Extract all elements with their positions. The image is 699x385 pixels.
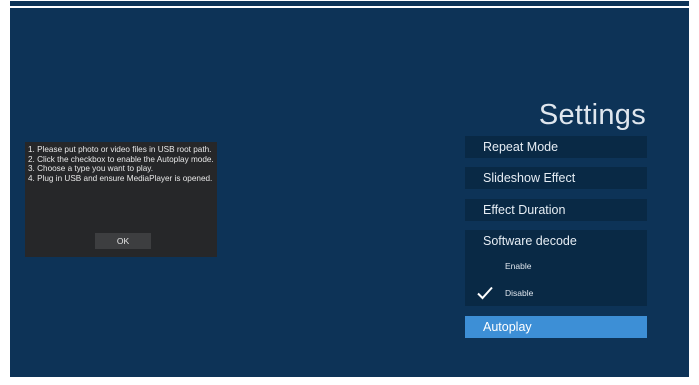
option-disable[interactable]: Disable [465, 280, 647, 306]
option-enable[interactable]: Enable [465, 253, 647, 279]
ok-button[interactable]: OK [95, 233, 151, 249]
top-bar [10, 1, 689, 6]
software-decode-options: Enable Disable [465, 252, 647, 306]
menu-item-slideshow-effect[interactable]: Slideshow Effect [465, 167, 647, 189]
info-dialog: 1. Please put photo or video files in US… [25, 142, 217, 257]
option-disable-label: Disable [505, 288, 534, 298]
menu-item-software-decode[interactable]: Software decode [465, 230, 647, 252]
settings-title: Settings [538, 99, 646, 131]
option-enable-label: Enable [505, 261, 532, 271]
dialog-message: 1. Please put photo or video files in US… [28, 145, 214, 183]
menu-item-repeat-mode[interactable]: Repeat Mode [465, 136, 647, 158]
menu-item-effect-duration[interactable]: Effect Duration [465, 199, 647, 221]
menu-item-autoplay[interactable]: Autoplay [465, 316, 647, 338]
check-icon [477, 286, 493, 300]
